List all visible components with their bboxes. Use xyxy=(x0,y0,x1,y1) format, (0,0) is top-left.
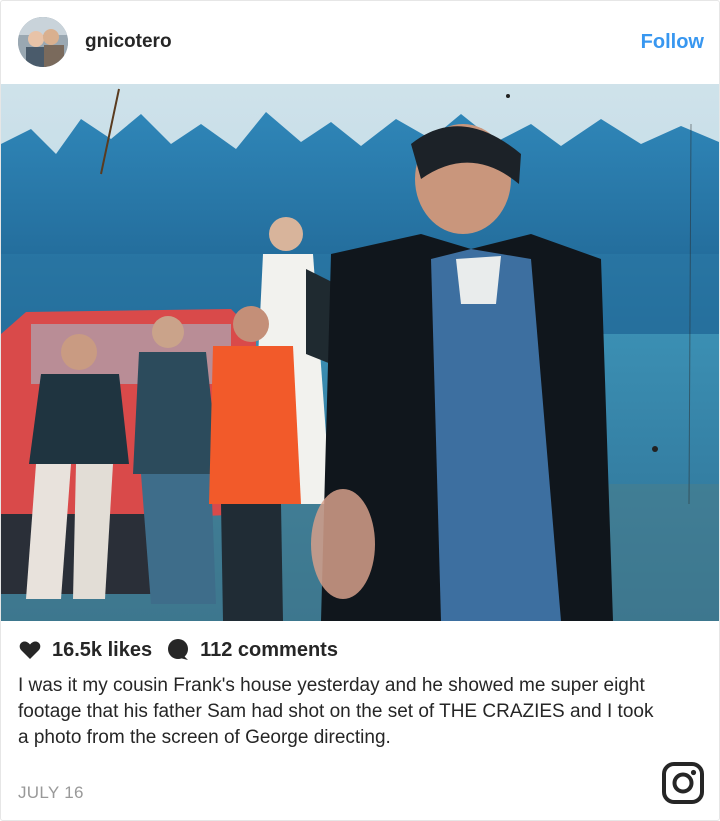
comment-bubble-icon[interactable] xyxy=(166,638,190,662)
username-link[interactable]: gnicotero xyxy=(85,31,172,53)
likes-count[interactable]: 16.5k likes xyxy=(52,639,152,662)
heart-icon[interactable] xyxy=(18,638,42,662)
post-header: gnicotero Follow xyxy=(1,1,719,84)
post-caption: I was it my cousin Frank's house yesterd… xyxy=(18,675,654,748)
follow-button[interactable]: Follow xyxy=(641,31,704,54)
post-stats: 16.5k likes 112 comments xyxy=(18,637,352,663)
comments-count[interactable]: 112 comments xyxy=(200,639,338,662)
post-date[interactable]: JULY 16 xyxy=(18,783,84,803)
avatar[interactable] xyxy=(18,17,68,67)
instagram-logo-icon[interactable] xyxy=(662,762,704,804)
post-photo[interactable] xyxy=(1,84,719,621)
instagram-post-card: gnicotero Follow 16.5k likes 112 comment… xyxy=(0,0,720,821)
